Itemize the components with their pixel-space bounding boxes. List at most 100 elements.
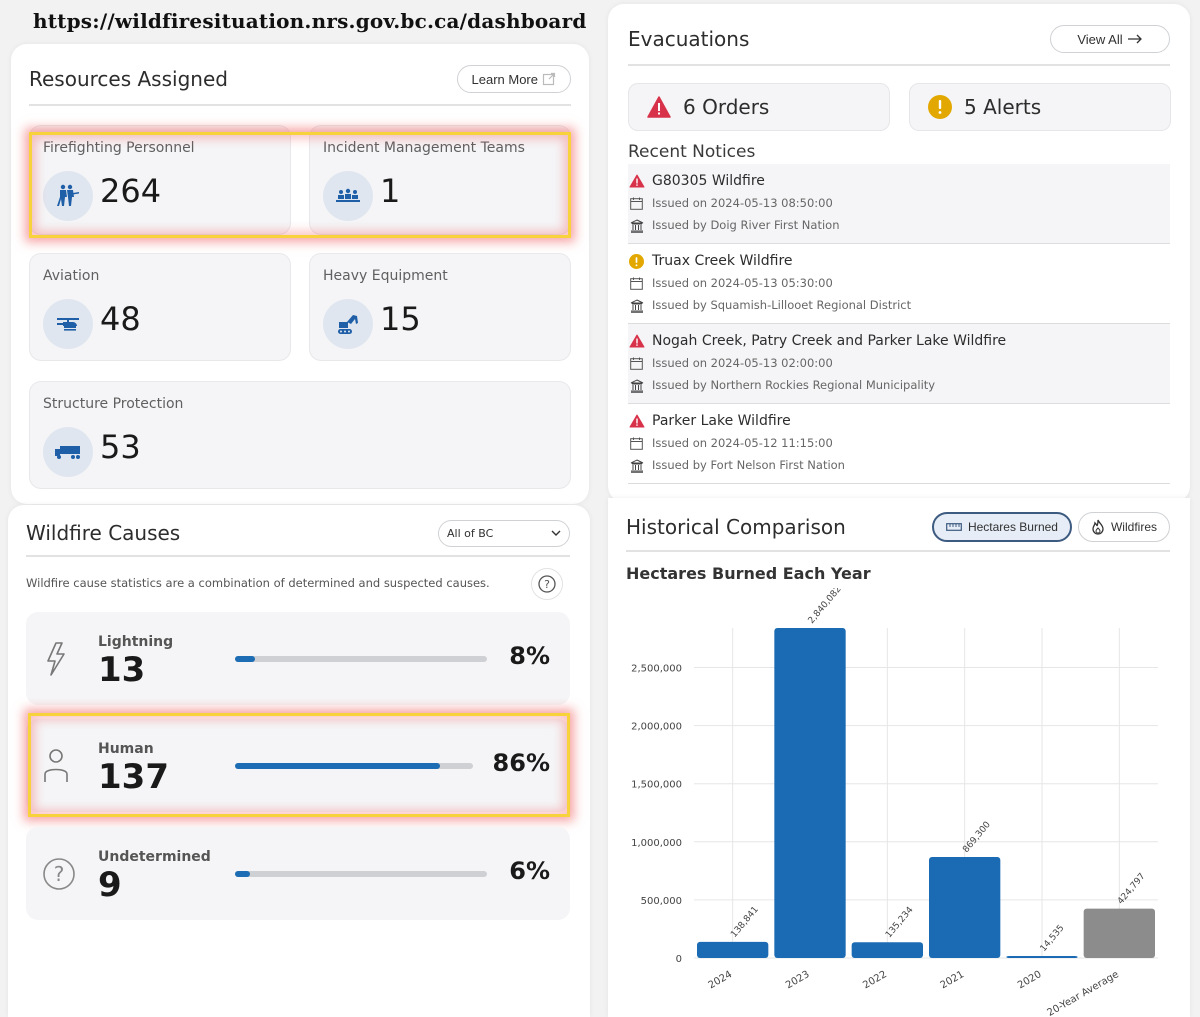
resource-label: Aviation bbox=[43, 268, 100, 284]
alert-circle-icon bbox=[928, 95, 952, 119]
recent-notices-title: Recent Notices bbox=[628, 142, 756, 162]
resource-card-heavy-equipment: Heavy Equipment 15 bbox=[309, 253, 571, 361]
resource-value: 15 bbox=[380, 300, 421, 338]
notice-title[interactable]: Truax Creek Wildfire bbox=[652, 253, 793, 269]
historical-header: Historical Comparison Hectares Burned Wi… bbox=[626, 504, 1170, 552]
learn-more-button[interactable]: Learn More bbox=[456, 65, 571, 93]
evacuation-alerts-box[interactable]: 5 Alerts bbox=[909, 83, 1171, 131]
resource-card-incident-management-teams: Incident Management Teams 1 bbox=[309, 125, 571, 235]
svg-text:?: ? bbox=[54, 862, 65, 886]
cause-percent: 86% bbox=[492, 749, 550, 777]
resources-title: Resources Assigned bbox=[29, 67, 228, 91]
fire-icon bbox=[1092, 519, 1104, 535]
cause-progress-fill bbox=[235, 871, 251, 877]
notice-issued-on: Issued on 2024-05-13 05:30:00 bbox=[652, 276, 833, 290]
bar-value-label: 2,840,082 bbox=[807, 588, 844, 626]
help-button[interactable]: ? bbox=[531, 568, 563, 600]
notice-item[interactable]: Truax Creek Wildfire Issued on 2024-05-13… bbox=[628, 244, 1170, 324]
bar-value-label: 138,841 bbox=[729, 905, 761, 940]
notice-title[interactable]: Parker Lake Wildfire bbox=[652, 413, 791, 429]
question-icon: ? bbox=[43, 858, 75, 890]
bar bbox=[774, 628, 846, 958]
bar bbox=[697, 941, 769, 958]
y-tick-label: 2,000,000 bbox=[631, 722, 682, 733]
url-caption: https://wildfiresituation.nrs.gov.bc.ca/… bbox=[33, 9, 587, 33]
truck-icon bbox=[43, 427, 93, 477]
evacuation-orders-box[interactable]: 6 Orders bbox=[628, 83, 890, 131]
svg-text:?: ? bbox=[544, 578, 550, 591]
calendar-icon bbox=[630, 437, 643, 450]
wildfires-label: Wildfires bbox=[1110, 520, 1157, 534]
x-tick-label: 2024 bbox=[707, 969, 735, 991]
government-building-icon bbox=[630, 299, 644, 313]
learn-more-label: Learn More bbox=[471, 71, 538, 87]
causes-header: Wildfire Causes All of BC bbox=[26, 511, 570, 557]
cause-count: 9 bbox=[98, 865, 122, 905]
warning-triangle-icon bbox=[629, 174, 645, 188]
cause-count: 13 bbox=[98, 650, 146, 690]
notice-item[interactable]: Nogah Creek, Patry Creek and Parker Lake… bbox=[628, 324, 1170, 404]
resource-label: Structure Protection bbox=[43, 396, 184, 412]
cause-label: Human bbox=[98, 741, 154, 757]
notice-title[interactable]: G80305 Wildfire bbox=[652, 173, 765, 189]
orders-count: 6 Orders bbox=[683, 95, 770, 119]
cause-progress-bar bbox=[235, 871, 487, 877]
x-tick-label: 2020 bbox=[1016, 969, 1044, 991]
firefighters-icon bbox=[43, 171, 93, 221]
cause-progress-fill bbox=[235, 656, 256, 662]
y-tick-label: 2,500,000 bbox=[631, 664, 682, 675]
person-icon bbox=[44, 749, 68, 782]
government-building-icon bbox=[630, 459, 644, 473]
chevron-down-icon bbox=[551, 530, 561, 536]
notice-title[interactable]: Nogah Creek, Patry Creek and Parker Lake… bbox=[652, 333, 1006, 349]
warning-triangle-icon bbox=[629, 334, 645, 348]
cause-label: Undetermined bbox=[98, 849, 211, 865]
notice-issued-by: Issued by Fort Nelson First Nation bbox=[652, 458, 845, 472]
calendar-icon bbox=[630, 197, 643, 210]
causes-note: Wildfire cause statistics are a combinat… bbox=[26, 576, 490, 590]
notice-issued-on: Issued on 2024-05-13 02:00:00 bbox=[652, 356, 833, 370]
notice-item[interactable]: Parker Lake Wildfire Issued on 2024-05-12… bbox=[628, 404, 1170, 484]
arrow-right-icon bbox=[1127, 34, 1142, 44]
resource-value: 1 bbox=[380, 172, 401, 210]
notice-issued-by: Issued by Squamish-Lillooet Regional Dis… bbox=[652, 298, 912, 312]
x-tick-label: 2022 bbox=[861, 969, 889, 991]
region-select[interactable]: All of BC bbox=[438, 519, 570, 547]
bar-value-label: 424,797 bbox=[1116, 872, 1148, 907]
hectares-bar-chart: 0 500,000 1,000,000 1,500,000 2,000,000 2,500… bbox=[631, 588, 1158, 1017]
notice-item[interactable]: G80305 Wildfire Issued on 2024-05-13 08:5… bbox=[628, 164, 1170, 244]
notice-issued-on: Issued on 2024-05-12 11:15:00 bbox=[652, 436, 833, 450]
resource-card-aviation: Aviation 48 bbox=[29, 253, 291, 361]
bar bbox=[851, 942, 923, 958]
cause-label: Lightning bbox=[98, 634, 174, 650]
bar-value-label: 869,300 bbox=[961, 820, 993, 855]
resource-label: Heavy Equipment bbox=[323, 268, 448, 284]
helicopter-icon bbox=[43, 299, 93, 349]
bar bbox=[929, 856, 1001, 958]
resource-value: 48 bbox=[100, 300, 141, 338]
cause-card-lightning: Lightning 13 8% bbox=[26, 612, 570, 705]
evacuations-header: Evacuations View All bbox=[628, 14, 1170, 66]
metric-toggle-group: Hectares Burned Wildfires bbox=[931, 512, 1170, 542]
evacuations-title: Evacuations bbox=[628, 27, 750, 51]
resource-card-structure-protection: Structure Protection 53 bbox=[29, 381, 571, 489]
excavator-icon bbox=[323, 299, 373, 349]
x-tick-label: 20-Year Average bbox=[1046, 969, 1121, 1017]
warning-triangle-icon bbox=[647, 96, 671, 118]
view-all-button[interactable]: View All bbox=[1050, 25, 1170, 53]
ruler-icon bbox=[946, 523, 962, 531]
cause-card-undetermined: ? Undetermined 9 6% bbox=[26, 827, 570, 920]
wildfires-toggle[interactable]: Wildfires bbox=[1077, 512, 1170, 542]
bar-value-label: 135,234 bbox=[884, 905, 916, 940]
resource-value: 264 bbox=[100, 172, 162, 210]
bar bbox=[1083, 908, 1155, 958]
cause-card-human: Human 137 86% bbox=[26, 719, 570, 812]
alerts-count: 5 Alerts bbox=[964, 95, 1042, 119]
hectares-burned-toggle[interactable]: Hectares Burned bbox=[931, 512, 1072, 542]
y-tick-label: 0 bbox=[676, 954, 682, 965]
view-all-label: View All bbox=[1077, 31, 1123, 47]
bar bbox=[1006, 956, 1078, 958]
evacuations-panel: Evacuations View All 6 Orders 5 Alerts R… bbox=[608, 4, 1190, 502]
notice-issued-on: Issued on 2024-05-13 08:50:00 bbox=[652, 196, 833, 210]
cause-progress-bar bbox=[235, 656, 487, 662]
